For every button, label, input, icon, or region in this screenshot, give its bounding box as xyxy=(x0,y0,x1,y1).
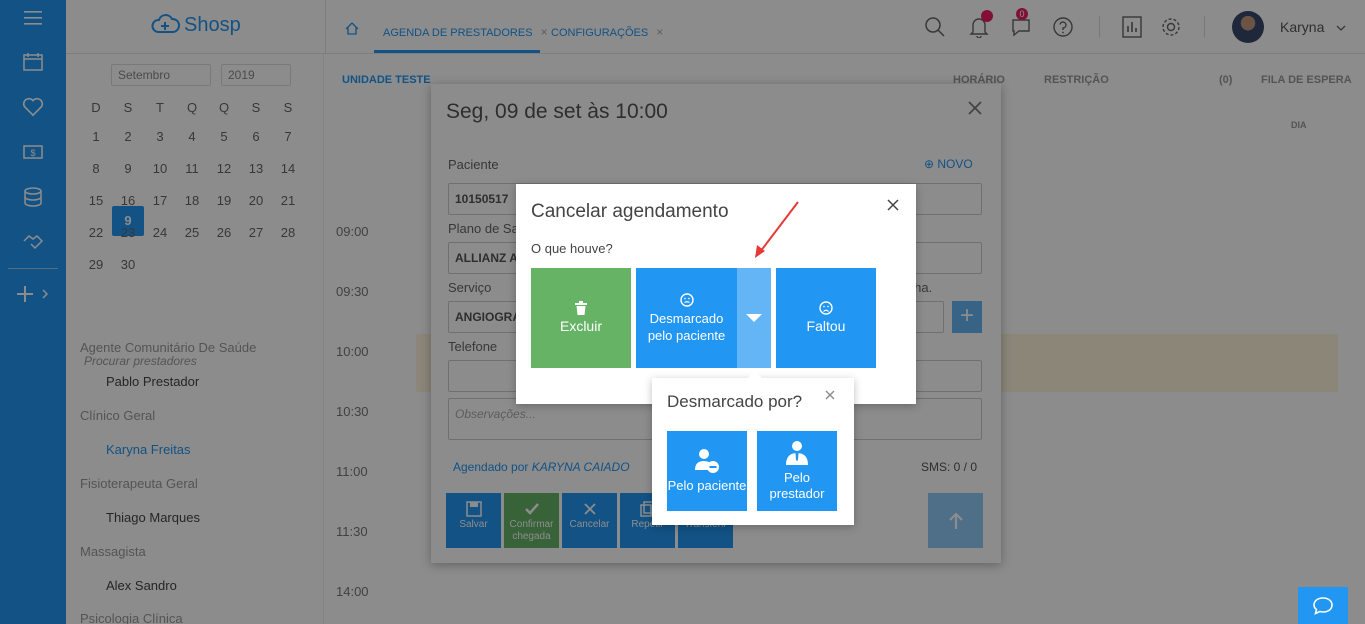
patient-cancelled-dropdown[interactable] xyxy=(737,268,771,368)
delete-button[interactable]: Excluir xyxy=(531,268,631,368)
user-remove-icon xyxy=(695,449,719,473)
cancel-appointment-modal: Cancelar agendamento O que houve? Exclui… xyxy=(516,184,916,404)
user-tie-icon xyxy=(786,441,808,465)
annotation-arrow-icon xyxy=(755,201,799,258)
patient-cancelled-label: Desmarcado pelo paciente xyxy=(647,310,726,343)
by-provider-label: Pelo prestador xyxy=(769,470,825,501)
popover-arrow xyxy=(747,371,763,379)
cancel-modal-title: Cancelar agendamento xyxy=(531,201,729,222)
popover-title: Desmarcado por? xyxy=(667,392,803,411)
close-icon[interactable] xyxy=(887,199,899,214)
by-patient-button[interactable]: Pelo paciente xyxy=(667,431,747,511)
patient-cancelled-button[interactable]: Desmarcado pelo paciente xyxy=(636,268,737,368)
no-show-button[interactable]: Faltou xyxy=(776,268,876,368)
close-icon[interactable] xyxy=(825,388,835,403)
trash-icon xyxy=(575,301,587,315)
chat-bubble-icon xyxy=(1313,596,1333,615)
no-show-label: Faltou xyxy=(806,318,846,334)
by-patient-label: Pelo paciente xyxy=(667,478,747,493)
support-chat-button[interactable] xyxy=(1298,587,1348,624)
cancelled-by-popover: Desmarcado por? Pelo paciente Pelo prest… xyxy=(652,371,854,525)
neutral-face-icon xyxy=(679,292,694,307)
caret-down-icon xyxy=(746,314,762,322)
cancel-question: O que houve? xyxy=(531,241,613,256)
by-provider-button[interactable]: Pelo prestador xyxy=(757,431,837,511)
sad-face-icon xyxy=(819,301,833,315)
delete-label: Excluir xyxy=(559,318,602,334)
